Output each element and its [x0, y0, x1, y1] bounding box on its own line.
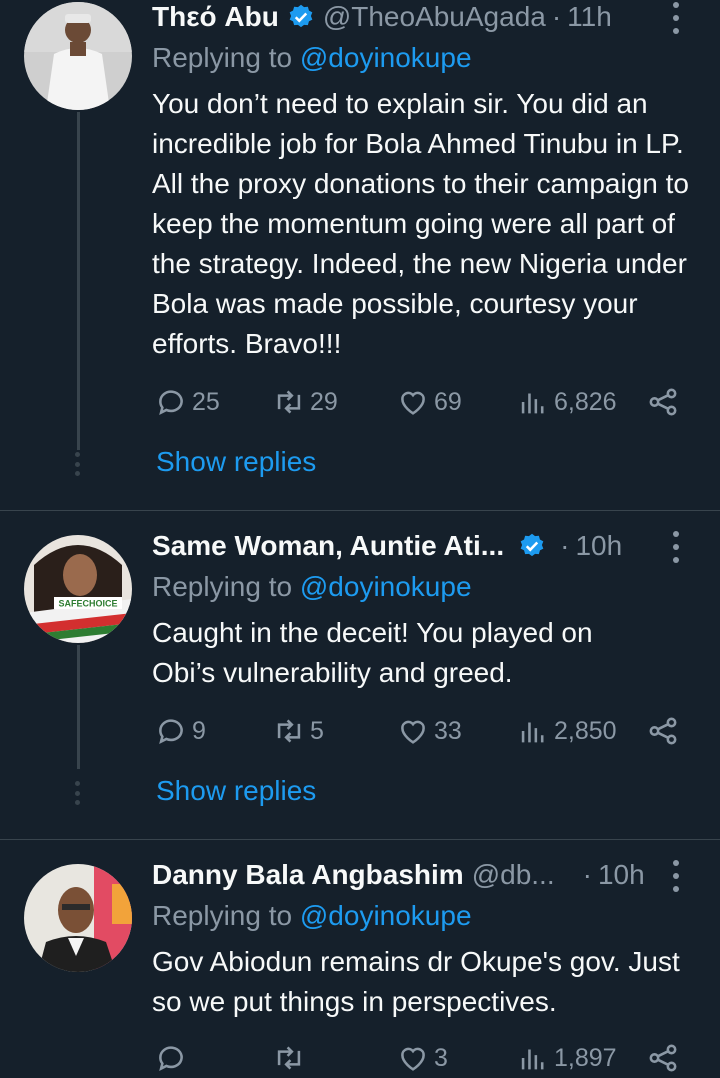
- tweet-header: Danny Bala Angbashim @db... · 10h: [152, 856, 720, 894]
- retweet-count: 29: [310, 387, 338, 416]
- views-button[interactable]: 1,897: [516, 1038, 617, 1078]
- thread-dots: [75, 452, 81, 476]
- show-replies-link[interactable]: Show replies: [156, 446, 316, 478]
- like-button[interactable]: 69: [396, 382, 462, 422]
- share-icon: [649, 1044, 677, 1072]
- more-icon[interactable]: [672, 2, 680, 34]
- replying-to: Replying to @doyinokupe: [152, 571, 472, 603]
- tweet-3[interactable]: Danny Bala Angbashim @db... · 10h Replyi…: [0, 840, 720, 1075]
- reply-button[interactable]: 9: [154, 711, 206, 751]
- reply-icon: [159, 719, 183, 745]
- like-button[interactable]: 33: [396, 711, 462, 751]
- avatar[interactable]: SAFECHOICE: [24, 535, 132, 643]
- retweet-button[interactable]: 29: [272, 382, 338, 422]
- like-count: 33: [434, 716, 462, 745]
- replying-to-label: Replying to: [152, 571, 293, 602]
- tweet-2[interactable]: SAFECHOICE Same Woman, Auntie Ati... · 1…: [0, 511, 720, 839]
- retweet-icon: [277, 719, 301, 743]
- like-icon: [401, 1047, 425, 1071]
- view-count: 6,826: [554, 387, 617, 416]
- verified-badge-icon: [518, 532, 546, 560]
- tweet-actions: 25 29 69 6,826: [152, 382, 680, 422]
- like-button[interactable]: 3: [396, 1038, 448, 1078]
- tweet-1[interactable]: Thεό Abu @TheoAbuAgada · 11h Replying to…: [0, 0, 720, 510]
- more-icon[interactable]: [672, 531, 680, 563]
- reply-icon: [159, 1046, 183, 1072]
- more-icon[interactable]: [672, 860, 680, 892]
- thread-line: [77, 645, 80, 769]
- tweet-text: You don’t need to explain sir. You did a…: [152, 88, 689, 359]
- like-count: 3: [434, 1043, 448, 1072]
- reply-icon: [159, 390, 183, 416]
- tweet-header: Thεό Abu @TheoAbuAgada · 11h: [152, 0, 720, 36]
- retweet-button[interactable]: [272, 1038, 310, 1078]
- timestamp[interactable]: 10h: [575, 530, 622, 562]
- tweet-header: Same Woman, Auntie Ati... · 10h: [152, 527, 720, 565]
- avatar[interactable]: [24, 2, 132, 110]
- retweet-button[interactable]: 5: [272, 711, 324, 751]
- like-icon: [401, 720, 425, 744]
- views-button[interactable]: 2,850: [516, 711, 617, 751]
- tweet-actions: 9 5 33 2,850: [152, 711, 680, 751]
- view-count: 2,850: [554, 716, 617, 745]
- verified-badge-icon: [287, 3, 315, 31]
- handle[interactable]: @TheoAbuAgada: [323, 1, 546, 33]
- share-button[interactable]: [646, 711, 684, 751]
- replying-to-label: Replying to: [152, 900, 293, 931]
- reply-count: 25: [192, 387, 220, 416]
- views-icon: [521, 722, 544, 743]
- share-button[interactable]: [646, 382, 684, 422]
- avatar[interactable]: [24, 864, 132, 972]
- share-button[interactable]: [646, 1038, 684, 1078]
- retweet-icon: [277, 1046, 301, 1070]
- timestamp[interactable]: 10h: [598, 859, 645, 891]
- views-icon: [521, 1049, 544, 1070]
- share-icon: [649, 717, 677, 745]
- views-icon: [521, 393, 544, 414]
- replying-to-label: Replying to: [152, 42, 293, 73]
- separator-dot: ·: [582, 859, 592, 890]
- tweet-text: Caught in the deceit! You played on Obi’…: [152, 617, 593, 688]
- timestamp[interactable]: 11h: [567, 1, 612, 33]
- tweet-text: Gov Abiodun remains dr Okupe's gov. Just…: [152, 946, 680, 1017]
- separator-dot: ·: [560, 530, 570, 561]
- reply-button[interactable]: 25: [154, 382, 220, 422]
- display-name[interactable]: Thεό Abu: [152, 1, 279, 33]
- mention-link[interactable]: @doyinokupe: [300, 900, 472, 931]
- like-count: 69: [434, 387, 462, 416]
- thread-dots: [75, 781, 81, 805]
- views-button[interactable]: 6,826: [516, 382, 617, 422]
- share-icon: [649, 388, 677, 416]
- reply-count: 9: [192, 716, 206, 745]
- retweet-icon: [277, 390, 301, 414]
- reply-button[interactable]: [154, 1038, 192, 1078]
- handle[interactable]: @db...: [472, 859, 555, 891]
- avatar-logo-text: SAFECHOICE: [58, 599, 117, 609]
- display-name[interactable]: Same Woman, Auntie Ati...: [152, 530, 504, 562]
- show-replies-link[interactable]: Show replies: [156, 775, 316, 807]
- mention-link[interactable]: @doyinokupe: [300, 42, 472, 73]
- like-icon: [401, 391, 425, 415]
- display-name[interactable]: Danny Bala Angbashim: [152, 859, 464, 891]
- replying-to: Replying to @doyinokupe: [152, 42, 472, 74]
- mention-link[interactable]: @doyinokupe: [300, 571, 472, 602]
- separator-dot: ·: [551, 1, 562, 32]
- tweet-actions: 3 1,897: [152, 1038, 680, 1078]
- replying-to: Replying to @doyinokupe: [152, 900, 472, 932]
- view-count: 1,897: [554, 1043, 617, 1072]
- retweet-count: 5: [310, 716, 324, 745]
- thread-line: [77, 112, 80, 450]
